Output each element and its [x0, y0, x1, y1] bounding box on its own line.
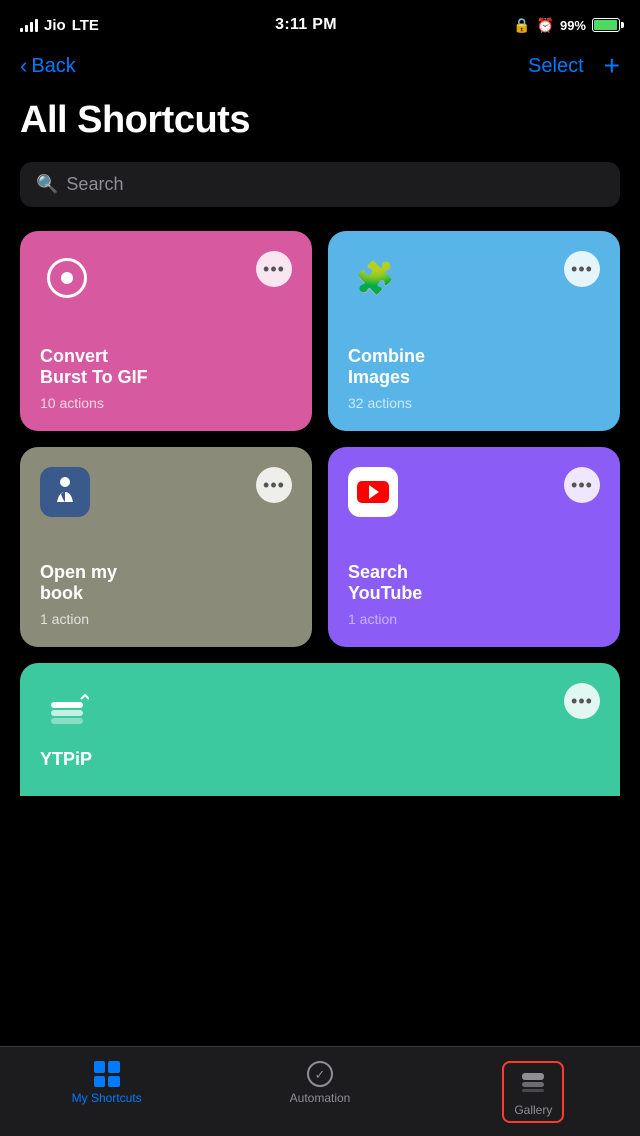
add-shortcut-button[interactable]: +	[604, 52, 620, 80]
more-dots-icon: •••	[263, 476, 285, 494]
back-button[interactable]: ‹ Back	[20, 55, 76, 78]
battery-indicator	[592, 18, 620, 32]
signal-bars	[20, 18, 38, 32]
card-more-button-search-youtube[interactable]: •••	[564, 467, 600, 503]
battery-percent: 99%	[560, 18, 586, 33]
tab-automation[interactable]: ✓ Automation	[213, 1057, 426, 1109]
my-shortcuts-icon	[94, 1061, 120, 1087]
card-more-button-open-my-book[interactable]: •••	[256, 467, 292, 503]
back-chevron-icon: ‹	[20, 55, 27, 77]
more-dots-icon: •••	[263, 260, 285, 278]
search-placeholder: Search	[66, 174, 123, 195]
card-info-ytpip: YTPiP	[40, 749, 600, 777]
card-actions-convert-burst: 10 actions	[40, 395, 292, 411]
card-info-convert-burst: ConvertBurst To GIF 10 actions	[40, 346, 292, 411]
card-icon-youtube	[348, 467, 398, 517]
card-icon-record	[40, 251, 94, 305]
tab-gallery[interactable]: Gallery	[427, 1057, 640, 1127]
carrier-name: Jio	[44, 17, 66, 34]
card-actions-combine-images: 32 actions	[348, 395, 600, 411]
status-right: 🔒 ⏰ 99%	[513, 17, 620, 34]
tab-my-shortcuts[interactable]: My Shortcuts	[0, 1057, 213, 1109]
network-type: LTE	[72, 17, 99, 34]
card-icon-puzzle: 🧩	[348, 251, 402, 305]
card-actions-search-youtube: 1 action	[348, 611, 600, 627]
page-title: All Shortcuts	[0, 96, 640, 162]
card-top: •••	[348, 467, 600, 517]
card-icon-layers-ytpip	[40, 683, 94, 737]
gallery-icon	[519, 1067, 547, 1099]
status-time: 3:11 PM	[275, 16, 337, 34]
select-button[interactable]: Select	[528, 55, 584, 78]
card-top: •••	[40, 467, 292, 517]
shortcut-card-search-youtube[interactable]: ••• SearchYouTube 1 action	[328, 447, 620, 647]
card-top: •••	[40, 251, 292, 305]
more-dots-icon: •••	[571, 260, 593, 278]
automation-icon: ✓	[307, 1061, 333, 1087]
card-info-search-youtube: SearchYouTube 1 action	[348, 562, 600, 627]
search-icon: 🔍	[36, 174, 58, 195]
card-more-button-combine-images[interactable]: •••	[564, 251, 600, 287]
card-info-open-my-book: Open mybook 1 action	[40, 562, 292, 627]
card-title-ytpip: YTPiP	[40, 749, 600, 771]
nav-bar: ‹ Back Select +	[0, 44, 640, 96]
card-info-combine-images: CombineImages 32 actions	[348, 346, 600, 411]
card-more-button-ytpip[interactable]: •••	[564, 683, 600, 719]
status-carrier: Jio LTE	[20, 17, 99, 34]
more-dots-icon: •••	[571, 476, 593, 494]
card-top: •••	[40, 683, 600, 737]
search-bar[interactable]: 🔍 Search	[20, 162, 620, 207]
card-more-button-convert-burst[interactable]: •••	[256, 251, 292, 287]
shortcut-card-open-my-book[interactable]: ••• Open mybook 1 action	[20, 447, 312, 647]
tab-bar: My Shortcuts ✓ Automation Gallery	[0, 1046, 640, 1136]
shortcuts-grid: ••• ConvertBurst To GIF 10 actions 🧩 •••…	[0, 231, 640, 647]
card-title-combine-images: CombineImages	[348, 346, 600, 389]
status-bar: Jio LTE 3:11 PM 🔒 ⏰ 99%	[0, 0, 640, 44]
shortcuts-bottom-row: ••• YTPiP	[0, 647, 640, 797]
card-title-search-youtube: SearchYouTube	[348, 562, 600, 605]
tab-gallery-label: Gallery	[514, 1103, 552, 1117]
card-title-convert-burst: ConvertBurst To GIF	[40, 346, 292, 389]
shortcut-card-combine-images[interactable]: 🧩 ••• CombineImages 32 actions	[328, 231, 620, 431]
back-label: Back	[31, 55, 75, 78]
card-top: 🧩 •••	[348, 251, 600, 305]
lock-icon: 🔒	[513, 17, 530, 34]
card-actions-open-my-book: 1 action	[40, 611, 292, 627]
card-title-open-my-book: Open mybook	[40, 562, 292, 605]
shortcut-card-ytpip[interactable]: ••• YTPiP	[20, 663, 620, 797]
card-icon-book	[40, 467, 90, 517]
more-dots-icon: •••	[571, 692, 593, 710]
shortcut-card-convert-burst[interactable]: ••• ConvertBurst To GIF 10 actions	[20, 231, 312, 431]
tab-my-shortcuts-label: My Shortcuts	[72, 1091, 142, 1105]
tab-automation-label: Automation	[290, 1091, 351, 1105]
nav-actions: Select +	[528, 52, 620, 80]
alarm-icon: ⏰	[537, 17, 554, 34]
